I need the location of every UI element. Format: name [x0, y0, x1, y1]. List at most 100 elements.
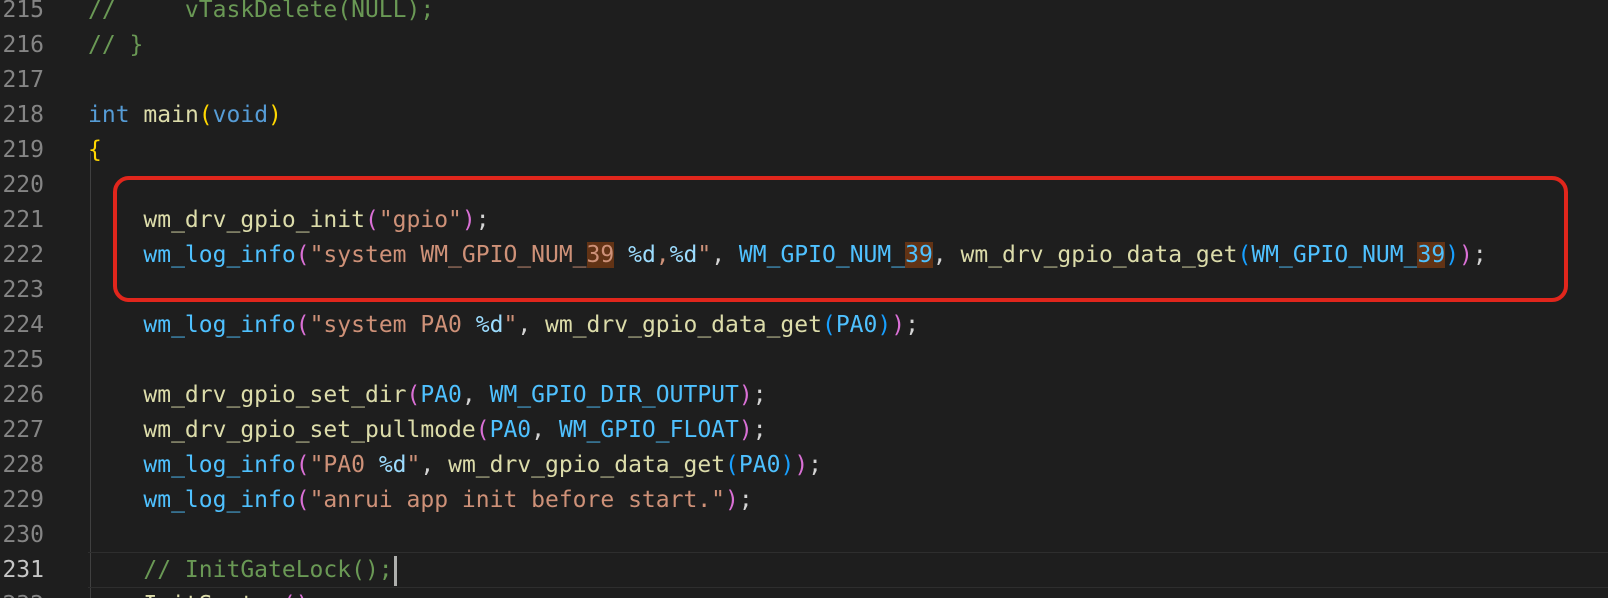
code-token: ) — [891, 312, 906, 338]
code-token: %d — [378, 452, 407, 478]
code-text[interactable]: { — [88, 132, 102, 168]
code-token: wm_log_info — [143, 312, 296, 338]
code-token: WM_GPIO_DIR_OUTPUT — [489, 382, 739, 408]
code-token: ; — [752, 382, 767, 408]
code-token: ( — [725, 452, 739, 478]
code-text[interactable]: wm_log_info("PA0 %d", wm_drv_gpio_data_g… — [88, 447, 822, 483]
line-number: 218 — [2, 102, 44, 128]
code-token: ( — [475, 417, 490, 443]
code-line[interactable]: 231 // InitGateLock(); — [0, 552, 1608, 588]
code-token: PA0 — [489, 417, 532, 443]
code-token: // } — [88, 32, 144, 58]
code-line[interactable]: 228 wm_log_info("PA0 %d", wm_drv_gpio_da… — [0, 447, 1608, 483]
code-token: "system PA0 — [309, 312, 476, 338]
line-number: 231 — [2, 557, 44, 583]
code-token: ; — [808, 452, 823, 478]
code-token: main — [143, 102, 199, 128]
code-text[interactable]: wm_drv_gpio_set_dir(PA0, WM_GPIO_DIR_OUT… — [88, 377, 767, 413]
text-cursor — [393, 555, 397, 586]
code-token: "anrui app init before start." — [309, 487, 725, 513]
code-token: // vTaskDelete(NULL); — [88, 0, 435, 23]
code-token: PA0 — [738, 452, 781, 478]
code-text[interactable]: wm_drv_gpio_set_pullmode(PA0, WM_GPIO_FL… — [88, 412, 767, 448]
code-token: wm_log_info — [143, 487, 296, 513]
code-line[interactable]: 219 { — [0, 132, 1608, 168]
line-number: 219 — [2, 137, 44, 163]
code-token: void — [212, 102, 269, 128]
line-number: 230 — [2, 522, 44, 548]
line-number: 215 — [2, 0, 44, 23]
code-line[interactable]: 230 — [0, 517, 1608, 553]
code-token: wm_drv_gpio_set_pullmode — [143, 417, 476, 443]
line-number: 225 — [2, 347, 44, 373]
code-token: () — [282, 592, 310, 598]
line-number: 216 — [2, 32, 44, 58]
code-token: " — [503, 312, 518, 338]
code-token: PA0 — [835, 312, 878, 338]
code-token: ) — [780, 452, 795, 478]
code-token: ) — [794, 452, 809, 478]
code-token: ( — [821, 312, 836, 338]
code-token: ( — [295, 487, 310, 513]
code-line[interactable]: 227 wm_drv_gpio_set_pullmode(PA0, WM_GPI… — [0, 412, 1608, 448]
code-token: , — [517, 312, 546, 338]
code-token: wm_log_info — [143, 452, 296, 478]
code-text[interactable]: // } — [88, 27, 143, 63]
code-token: ) — [738, 382, 753, 408]
code-text[interactable]: int main(void) — [88, 97, 282, 133]
code-line[interactable]: 216 // } — [0, 27, 1608, 63]
line-number: 227 — [2, 417, 44, 443]
code-text[interactable]: InitSystem(); — [88, 587, 323, 598]
code-token: // InitGateLock(); — [143, 557, 393, 583]
code-line[interactable]: 218 int main(void) — [0, 97, 1608, 133]
line-number: 223 — [2, 277, 44, 303]
code-token: ( — [295, 312, 310, 338]
line-number: 229 — [2, 487, 44, 513]
line-number: 232 — [0, 587, 44, 598]
code-line[interactable]: 217 — [0, 62, 1608, 98]
code-text[interactable]: // InitGateLock(); — [88, 552, 397, 588]
code-token: PA0 — [420, 382, 462, 408]
line-number: 222 — [2, 242, 44, 268]
line-number: 226 — [2, 382, 44, 408]
code-line[interactable]: 226 wm_drv_gpio_set_dir(PA0, WM_GPIO_DIR… — [0, 377, 1608, 413]
line-number: 217 — [2, 67, 44, 93]
code-token: WM_GPIO_FLOAT — [558, 417, 739, 443]
code-token: ; — [310, 592, 324, 598]
code-line[interactable]: 215 // vTaskDelete(NULL); — [0, 0, 1608, 28]
code-editor[interactable]: 215 // vTaskDelete(NULL); 216 // } 217 218 int… — [0, 0, 1608, 598]
code-token: ( — [406, 382, 421, 408]
line-number: 224 — [2, 312, 44, 338]
code-token: ; — [905, 312, 919, 338]
code-token: ; — [752, 417, 767, 443]
code-token: ; — [738, 487, 753, 513]
code-text[interactable]: wm_log_info("anrui app init before start… — [88, 482, 753, 518]
code-token: ( — [295, 452, 310, 478]
code-token: wm_drv_gpio_data_get — [448, 452, 726, 478]
code-token: wm_drv_gpio_set_dir — [143, 382, 407, 408]
code-line[interactable]: 224 wm_log_info("system PA0 %d", wm_drv_… — [0, 307, 1608, 343]
code-line[interactable]: 225 — [0, 342, 1608, 378]
code-token: , — [531, 417, 559, 443]
line-number: 228 — [2, 452, 44, 478]
code-token: , — [420, 452, 449, 478]
code-token: ) — [725, 487, 739, 513]
line-number: 220 — [2, 172, 44, 198]
code-token: ) — [738, 417, 753, 443]
code-token: InitSystem — [143, 592, 281, 598]
code-line[interactable]: 229 wm_log_info("anrui app init before s… — [0, 482, 1608, 518]
code-line[interactable]: 232 InitSystem(); — [0, 587, 1608, 598]
code-token: ) — [268, 102, 282, 128]
code-text[interactable]: wm_log_info("system PA0 %d", wm_drv_gpio… — [88, 307, 919, 343]
code-token: ) — [877, 312, 892, 338]
code-text[interactable]: // vTaskDelete(NULL); — [88, 0, 434, 28]
code-token: "PA0 — [309, 452, 379, 478]
